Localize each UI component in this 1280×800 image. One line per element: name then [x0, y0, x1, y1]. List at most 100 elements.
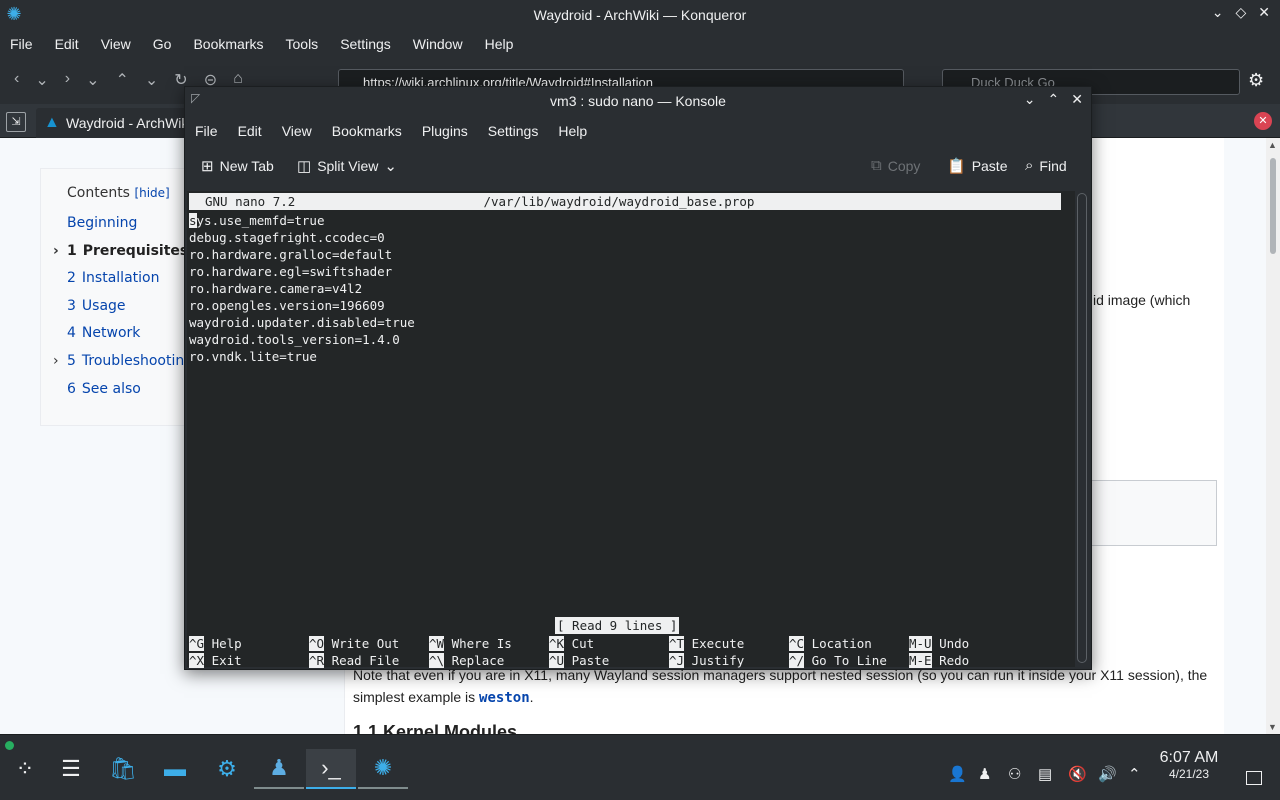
back-icon[interactable]: ‹: [14, 70, 19, 90]
menu-edit[interactable]: Edit: [238, 123, 262, 139]
up-history-icon[interactable]: ⌄: [145, 70, 158, 90]
discover-store-icon[interactable]: 🛍: [98, 749, 148, 789]
file-line: waydroid.updater.disabled=true: [189, 315, 415, 330]
copy-button[interactable]: ⧉ Copy: [871, 157, 920, 174]
chevron-right-icon[interactable]: ›: [53, 243, 59, 259]
menu-file[interactable]: File: [10, 36, 33, 52]
konqueror-app-icon[interactable]: ✺: [5, 5, 23, 23]
application-launcher-icon[interactable]: ⁘: [0, 749, 50, 789]
shortcut-paste: ^U Paste: [549, 653, 610, 668]
konqueror-icon[interactable]: ✺: [358, 749, 408, 789]
konqueror-menubar: File Edit View Go Bookmarks Tools Settin…: [0, 30, 1280, 58]
file-manager-icon[interactable]: ▬: [150, 749, 200, 789]
menu-go[interactable]: Go: [153, 36, 172, 52]
article-note: Note that even if you are in X11, many W…: [353, 667, 1208, 706]
system-settings-icon[interactable]: ⚙: [202, 749, 252, 789]
close-icon[interactable]: ✕: [1258, 4, 1270, 21]
up-icon[interactable]: ⌃: [115, 70, 128, 90]
file-line: ro.hardware.camera=v4l2: [189, 281, 363, 296]
maximize-icon[interactable]: ◇: [1235, 4, 1246, 21]
chevron-right-icon[interactable]: ›: [53, 353, 59, 369]
volume-icon[interactable]: 🔊: [1098, 765, 1117, 783]
menu-help[interactable]: Help: [558, 123, 587, 139]
toc-item-prerequisites[interactable]: › 1 Prerequisites: [53, 243, 189, 271]
toc-hide-link[interactable]: [hide]: [134, 186, 169, 200]
menu-help[interactable]: Help: [485, 36, 514, 52]
forward-icon[interactable]: ›: [65, 70, 70, 90]
shortcut-execute: ^T Execute: [669, 636, 745, 651]
toc-item-beginning[interactable]: Beginning: [67, 215, 189, 243]
shortcut-where-is: ^W Where Is: [429, 636, 512, 651]
menu-bookmarks[interactable]: Bookmarks: [332, 123, 402, 139]
terminal-area[interactable]: GNU nano 7.2 /var/lib/waydroid/waydroid_…: [187, 191, 1075, 669]
weston-link[interactable]: weston: [479, 690, 530, 706]
minimize-icon[interactable]: ⌄: [1024, 91, 1036, 108]
text-cursor: s: [189, 213, 197, 228]
toc-item-see-also[interactable]: 6 See also: [67, 381, 189, 409]
shortcut-help: ^G Help: [189, 636, 242, 651]
paste-icon: 📋: [947, 158, 966, 175]
close-tab-icon[interactable]: ✕: [1254, 112, 1272, 130]
konqueror-titlebar[interactable]: ✺ Waydroid - ArchWiki — Konqueror ⌄ ◇ ✕: [0, 0, 1280, 30]
file-line: ro.hardware.gralloc=default: [189, 247, 393, 262]
toc-item-installation[interactable]: 2 Installation: [67, 270, 189, 298]
show-desktop-icon[interactable]: [1246, 771, 1262, 785]
konsole-icon[interactable]: ›_: [306, 749, 356, 789]
split-view-icon: ◫: [297, 158, 312, 175]
toc-title: Contents: [67, 185, 130, 201]
scroll-down-icon[interactable]: ▼: [1268, 722, 1277, 732]
paste-button[interactable]: 📋 Paste: [947, 157, 1008, 175]
shortcut-redo: M-E Redo: [909, 653, 970, 668]
menu-settings[interactable]: Settings: [340, 36, 391, 52]
chevron-up-icon[interactable]: ⌃: [1128, 765, 1141, 783]
minimize-icon[interactable]: ⌄: [1212, 4, 1224, 21]
back-history-icon[interactable]: ⌄: [35, 70, 48, 90]
shortcut-replace: ^\ Replace: [429, 653, 505, 668]
menu-file[interactable]: File: [195, 123, 218, 139]
menu-settings[interactable]: Settings: [488, 123, 539, 139]
menu-edit[interactable]: Edit: [55, 36, 79, 52]
user-icon[interactable]: 👤: [948, 765, 967, 783]
tab-label: Waydroid - ArchWiki: [66, 115, 192, 131]
toc-item-troubleshooting[interactable]: › 5 Troubleshooting: [53, 353, 193, 381]
table-of-contents: Contents [hide] Beginning › 1 Prerequisit…: [40, 168, 193, 426]
menu-window[interactable]: Window: [413, 36, 463, 52]
toc-item-usage[interactable]: 3 Usage: [67, 298, 189, 326]
article-code-box: [1089, 480, 1217, 546]
menu-view[interactable]: View: [101, 36, 131, 52]
shortcut-location: ^C Location: [789, 636, 872, 651]
waydroid-tray-icon[interactable]: ♟: [978, 765, 991, 783]
taskbar: ⁘ ☰ 🛍 ▬ ⚙ ♟ ›_ ✺ 👤 ♟ ⚇ ▤ 🔇 🔊 ⌃ 6:07 AM 4…: [0, 734, 1280, 800]
menu-plugins[interactable]: Plugins: [422, 123, 468, 139]
clipboard-icon[interactable]: ▤: [1038, 765, 1052, 783]
menu-bookmarks[interactable]: Bookmarks: [193, 36, 263, 52]
clock-time: 6:07 AM: [1159, 749, 1219, 766]
terminal-scrollbar[interactable]: [1077, 193, 1087, 663]
chevron-down-icon[interactable]: ⌄: [384, 157, 397, 175]
scrollbar-thumb[interactable]: [1270, 158, 1276, 254]
new-tab-icon[interactable]: ⇲: [6, 112, 26, 132]
clock[interactable]: 6:07 AM 4/21/23: [1156, 749, 1222, 781]
find-button[interactable]: ⌕ Find: [1025, 157, 1067, 174]
menu-view[interactable]: View: [282, 123, 312, 139]
page-scrollbar[interactable]: ▲ ▼: [1266, 138, 1280, 734]
users-icon[interactable]: ⚇: [1008, 765, 1021, 783]
settings-sliders-icon[interactable]: ☰: [46, 749, 96, 789]
volume-muted-icon[interactable]: 🔇: [1068, 765, 1087, 783]
window-menu-icon[interactable]: ◸: [191, 91, 200, 105]
split-view-button[interactable]: ◫ Split View ⌄: [297, 157, 397, 175]
tab-waydroid-archwiki[interactable]: ▲ Waydroid - ArchWiki: [36, 108, 196, 138]
nano-shortcut-bar: ^G Help ^O Write Out ^W Where Is ^K Cut …: [189, 635, 1061, 669]
close-icon[interactable]: ✕: [1071, 91, 1083, 108]
forward-history-icon[interactable]: ⌄: [86, 70, 99, 90]
maximize-icon[interactable]: ⌃: [1048, 91, 1060, 108]
gear-icon[interactable]: ⚙: [1248, 70, 1264, 91]
waydroid-icon[interactable]: ♟: [254, 749, 304, 789]
shortcut-read-file: ^R Read File: [309, 653, 400, 668]
copy-icon: ⧉: [871, 157, 882, 174]
menu-tools[interactable]: Tools: [286, 36, 319, 52]
toc-item-network[interactable]: 4 Network: [67, 325, 189, 353]
new-tab-button[interactable]: ⊞ New Tab: [201, 157, 274, 175]
scroll-up-icon[interactable]: ▲: [1268, 140, 1277, 150]
konsole-titlebar[interactable]: ◸ vm3 : sudo nano — Konsole ⌄ ⌃ ✕: [185, 87, 1091, 115]
